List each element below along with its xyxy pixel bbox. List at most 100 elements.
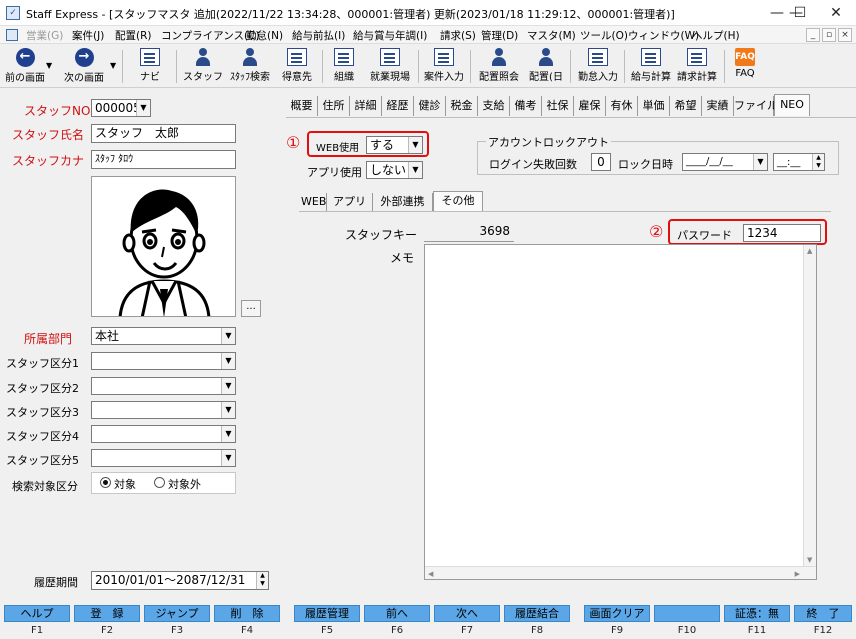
- organization-button[interactable]: 組織: [324, 47, 364, 85]
- register-button[interactable]: 登 録: [74, 605, 140, 622]
- vertical-scrollbar[interactable]: ▲ ▼: [803, 245, 816, 579]
- photo-browse-button[interactable]: ...: [241, 300, 261, 317]
- search-target-exclude-label[interactable]: 対象外: [168, 476, 201, 492]
- login-fail-count-input[interactable]: 0: [591, 153, 611, 171]
- tab-files[interactable]: ファイル: [734, 96, 778, 116]
- chevron-down-icon[interactable]: ▼: [408, 162, 422, 178]
- mdi-close-button[interactable]: ×: [838, 28, 852, 42]
- menu-advance-pay[interactable]: 給与前払(I): [292, 28, 345, 43]
- department-select[interactable]: 本社 ▼: [91, 327, 236, 345]
- history-period-input[interactable]: 2010/01/01～2087/12/31 ▲ ▼: [91, 571, 269, 590]
- history-manage-button[interactable]: 履歴管理: [294, 605, 360, 622]
- voucher-button[interactable]: 証憑：無: [724, 605, 790, 622]
- menu-help[interactable]: ヘルプ(H): [692, 28, 740, 43]
- chevron-down-icon[interactable]: ▼: [408, 137, 422, 153]
- chevron-down-icon[interactable]: ▼: [753, 154, 767, 170]
- tab-neo[interactable]: NEO: [774, 94, 810, 116]
- staff-category-4-select[interactable]: ▼: [91, 425, 236, 443]
- staff-category-3-select[interactable]: ▼: [91, 401, 236, 419]
- password-input[interactable]: 1234: [743, 224, 821, 242]
- tab-employment-insurance[interactable]: 雇保: [574, 96, 606, 116]
- chevron-down-icon[interactable]: ▼: [221, 426, 235, 442]
- jump-button[interactable]: ジャンプ: [144, 605, 210, 622]
- chevron-down-icon[interactable]: ▼: [221, 402, 235, 418]
- horizontal-scrollbar[interactable]: ◀ ▶: [425, 566, 816, 579]
- history-merge-button[interactable]: 履歴結合: [504, 605, 570, 622]
- subtab-app[interactable]: アプリ: [327, 193, 373, 211]
- subtab-external[interactable]: 外部連携: [373, 193, 433, 211]
- app-use-select[interactable]: しない ▼: [366, 161, 423, 179]
- scroll-down-icon[interactable]: ▼: [807, 556, 812, 564]
- lock-time-input[interactable]: __:__ ▲ ▼: [773, 153, 825, 171]
- staff-category-1-select[interactable]: ▼: [91, 352, 236, 370]
- tab-tax[interactable]: 税金: [446, 96, 478, 116]
- forward-button[interactable]: → 次の画面: [60, 47, 108, 85]
- project-input-button[interactable]: 案件入力: [420, 47, 468, 85]
- staff-kana-input[interactable]: ｽﾀｯﾌ ﾀﾛｳ: [91, 150, 236, 169]
- scroll-left-icon[interactable]: ◀: [428, 570, 433, 578]
- maximize-button[interactable]: ☐: [780, 0, 820, 26]
- tab-address[interactable]: 住所: [318, 96, 350, 116]
- search-target-include-radio[interactable]: [100, 477, 111, 488]
- chevron-down-icon[interactable]: ▼: [221, 378, 235, 394]
- placement-inquiry-button[interactable]: 配置照会: [474, 47, 524, 85]
- faq-button[interactable]: FAQ FAQ: [730, 47, 760, 85]
- scroll-right-icon[interactable]: ▶: [795, 570, 800, 578]
- customer-button[interactable]: 得意先: [276, 47, 318, 85]
- attendance-input-button[interactable]: 勤怠入力: [574, 47, 622, 85]
- menu-payroll[interactable]: 給与賞与年調(I): [353, 28, 427, 43]
- navi-button[interactable]: ナビ: [130, 47, 170, 85]
- next-button[interactable]: 次へ: [434, 605, 500, 622]
- staff-search-button[interactable]: ｽﾀｯﾌ検索: [226, 47, 274, 85]
- staff-category-5-select[interactable]: ▼: [91, 449, 236, 467]
- menu-project[interactable]: 案件(J): [72, 28, 104, 43]
- scroll-up-icon[interactable]: ▲: [807, 247, 812, 255]
- search-target-exclude-radio[interactable]: [154, 477, 165, 488]
- spin-icon[interactable]: ▲ ▼: [812, 154, 824, 170]
- staff-no-select[interactable]: 000005 ▼: [91, 99, 151, 117]
- subtab-other[interactable]: その他: [433, 191, 483, 211]
- exit-button[interactable]: 終 了: [794, 605, 852, 622]
- search-target-include-label[interactable]: 対象: [114, 476, 136, 492]
- menu-compliance[interactable]: コンプライアンス(C): [161, 28, 260, 43]
- tab-unit-price[interactable]: 単価: [638, 96, 670, 116]
- worksite-button[interactable]: 就業現場: [366, 47, 414, 85]
- mdi-minimize-button[interactable]: _: [806, 28, 820, 42]
- f10-button[interactable]: [654, 605, 720, 622]
- tab-social-insurance[interactable]: 社保: [542, 96, 574, 116]
- chevron-down-icon[interactable]: ▼: [110, 61, 116, 70]
- chevron-down-icon[interactable]: ▼: [221, 450, 235, 466]
- menu-attendance[interactable]: 勤怠(N): [246, 28, 283, 43]
- tab-payment[interactable]: 支給: [478, 96, 510, 116]
- help-button[interactable]: ヘルプ: [4, 605, 70, 622]
- memo-textarea[interactable]: ▲ ▼ ◀ ▶: [424, 244, 817, 580]
- menu-window[interactable]: ウィンドウ(W): [628, 28, 699, 43]
- clear-screen-button[interactable]: 画面クリア: [584, 605, 650, 622]
- placement-daily-button[interactable]: 配置(日: [526, 47, 566, 85]
- menu-tools[interactable]: ツール(O): [580, 28, 628, 43]
- chevron-down-icon[interactable]: ▼: [221, 353, 235, 369]
- billing-button[interactable]: 請求計算: [674, 47, 720, 85]
- tab-health[interactable]: 健診: [414, 96, 446, 116]
- menu-placement[interactable]: 配置(R): [115, 28, 152, 43]
- tab-career[interactable]: 経歴: [382, 96, 414, 116]
- tab-paid-leave[interactable]: 有休: [606, 96, 638, 116]
- tab-overview[interactable]: 概要: [286, 96, 318, 116]
- staff-button[interactable]: スタッフ: [182, 47, 224, 85]
- menu-billing[interactable]: 請求(S): [440, 28, 476, 43]
- chevron-down-icon[interactable]: ▼: [46, 61, 52, 70]
- tab-results[interactable]: 実績: [702, 96, 734, 116]
- spin-icon[interactable]: ▲ ▼: [256, 572, 268, 589]
- staff-category-2-select[interactable]: ▼: [91, 377, 236, 395]
- chevron-down-icon[interactable]: ▼: [221, 328, 235, 344]
- subtab-web[interactable]: WEB: [301, 193, 327, 211]
- menu-master[interactable]: マスタ(M): [527, 28, 576, 43]
- tab-details[interactable]: 詳細: [350, 96, 382, 116]
- payroll-button[interactable]: 給与計算: [628, 47, 674, 85]
- previous-button[interactable]: 前へ: [364, 605, 430, 622]
- tab-preferences[interactable]: 希望: [670, 96, 702, 116]
- staff-name-input[interactable]: スタッフ 太郎: [91, 124, 236, 143]
- delete-button[interactable]: 削 除: [214, 605, 280, 622]
- chevron-down-icon[interactable]: ▼: [136, 100, 150, 116]
- tab-notes[interactable]: 備考: [510, 96, 542, 116]
